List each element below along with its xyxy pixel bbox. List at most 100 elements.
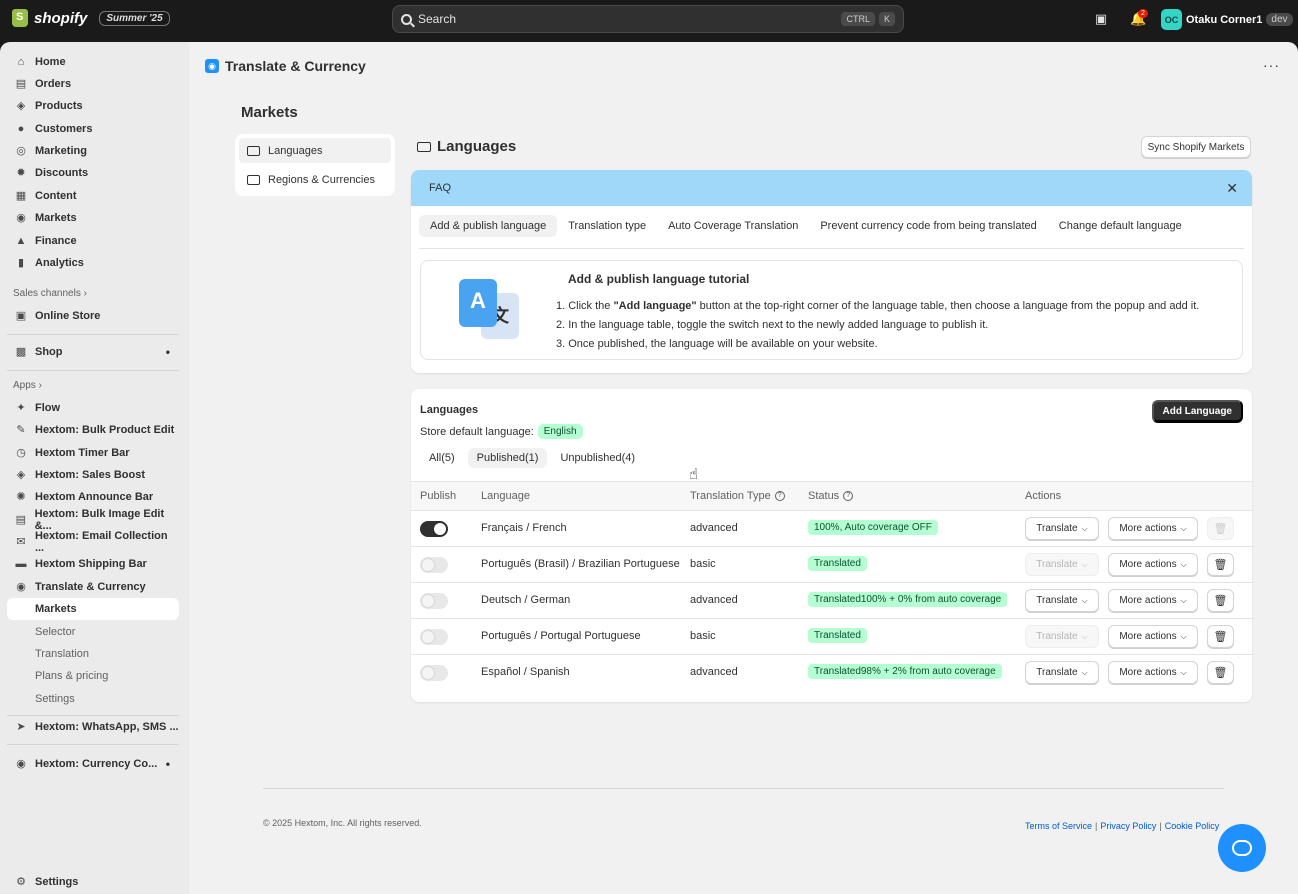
pin-dot-icon: • <box>165 757 170 771</box>
nav-app-flow[interactable]: ✦ Flow <box>7 397 179 419</box>
nav-sub-plans-pricing[interactable]: Plans & pricing <box>7 665 179 687</box>
nav-analytics[interactable]: ▮ Analytics <box>7 252 179 274</box>
sales-channels-heading[interactable]: Sales channels › <box>13 288 87 299</box>
faq-tab-translation-type[interactable]: Translation type <box>557 215 657 237</box>
target-icon: ◎ <box>16 145 26 157</box>
nav-online-store[interactable]: ▣ Online Store <box>7 305 179 327</box>
translate-button[interactable]: Translate ⌵ <box>1025 553 1099 576</box>
terms-of-service-link[interactable]: Terms of Service <box>1025 821 1092 831</box>
delete-button[interactable]: 🗑 <box>1207 589 1234 612</box>
more-actions-button[interactable]: More actions ⌵ <box>1108 589 1198 612</box>
nav-app-bulk-product-edit[interactable]: ✎ Hextom: Bulk Product Edit <box>7 419 179 441</box>
nav-finance[interactable]: ▲ Finance <box>7 230 179 252</box>
nav-content[interactable]: ▦ Content <box>7 185 179 207</box>
add-language-button[interactable]: Add Language <box>1151 400 1243 423</box>
nav-sub-settings[interactable]: Settings <box>7 688 179 710</box>
faq-tab-prevent-currency-code[interactable]: Prevent currency code from being transla… <box>809 215 1047 237</box>
section-label: Sales channels <box>13 288 81 299</box>
nav-shop[interactable]: ▩ Shop • <box>7 341 179 363</box>
nav-app-whatsapp-sms[interactable]: ➤ Hextom: WhatsApp, SMS ... <box>7 716 179 738</box>
delete-button[interactable]: 🗑 <box>1207 553 1234 576</box>
faq-title: FAQ <box>429 182 452 194</box>
faq-tab-change-default-language[interactable]: Change default language <box>1048 215 1193 237</box>
help-icon[interactable]: ? <box>774 491 785 502</box>
button-label: Translate <box>1036 631 1078 642</box>
nav-markets[interactable]: ◉ Markets <box>7 207 179 229</box>
filter-unpublished[interactable]: Unpublished(4) <box>551 448 644 468</box>
subnav-label: Languages <box>268 144 323 157</box>
delete-button[interactable]: 🗑 <box>1207 517 1234 540</box>
filter-published[interactable]: Published(1) <box>467 448 548 468</box>
nav-sub-selector[interactable]: Selector <box>7 621 179 643</box>
more-actions-button[interactable]: More actions ⌵ <box>1108 553 1198 576</box>
store-icon[interactable]: ▣ <box>1094 12 1108 26</box>
search-icon <box>401 13 412 25</box>
more-options-icon[interactable]: ··· <box>1263 57 1280 73</box>
button-label: Translate <box>1036 559 1078 570</box>
filter-all[interactable]: All(5) <box>420 448 464 468</box>
nav-sub-markets[interactable]: Markets <box>7 598 179 620</box>
nav-app-sales-boost[interactable]: ◈ Hextom: Sales Boost <box>7 464 179 486</box>
nav-settings[interactable]: ⚙ Settings <box>7 871 179 893</box>
delete-button[interactable]: 🗑 <box>1207 661 1234 684</box>
nav-products[interactable]: ◈ Products <box>7 95 179 117</box>
publish-toggle[interactable] <box>420 665 448 681</box>
search-input[interactable]: Search CTRL K <box>392 5 904 33</box>
nav-app-currency-converter[interactable]: ◉ Hextom: Currency Co... • <box>7 753 179 775</box>
app-title: Translate & Currency <box>225 58 366 74</box>
megaphone-icon: ✺ <box>16 491 26 503</box>
sync-shopify-markets-button[interactable]: Sync Shopify Markets <box>1141 136 1251 158</box>
nav-app-announce-bar[interactable]: ✺ Hextom Announce Bar <box>7 486 179 508</box>
faq-tab-auto-coverage[interactable]: Auto Coverage Translation <box>657 215 809 237</box>
nav-label: Settings <box>35 693 75 705</box>
translate-button[interactable]: Translate ⌵ <box>1025 517 1099 540</box>
help-icon[interactable]: ? <box>843 491 854 502</box>
translate-button[interactable]: Translate ⌵ <box>1025 661 1099 684</box>
translate-button[interactable]: Translate ⌵ <box>1025 625 1099 648</box>
publish-toggle[interactable] <box>420 557 448 573</box>
subnav-regions-currencies[interactable]: Regions & Currencies <box>239 167 391 192</box>
language-name: Français / French <box>481 522 567 534</box>
apps-heading[interactable]: Apps › <box>13 380 42 391</box>
nav-app-shipping-bar[interactable]: ▬ Hextom Shipping Bar <box>7 553 179 575</box>
faq-header[interactable]: FAQ ✕ <box>411 170 1252 206</box>
language-name: Português / Portugal Portuguese <box>481 630 641 642</box>
publish-toggle[interactable] <box>420 629 448 645</box>
nav-app-translate-currency[interactable]: ◉ Translate & Currency <box>7 576 179 598</box>
nav-orders[interactable]: ▤ Orders <box>7 73 179 95</box>
nav-customers[interactable]: ● Customers <box>7 118 179 140</box>
button-label: More actions <box>1119 595 1177 606</box>
nav-label: Hextom: Sales Boost <box>35 469 146 481</box>
delete-button[interactable]: 🗑 <box>1207 625 1234 648</box>
brand[interactable]: shopify Summer '25 <box>12 9 170 27</box>
nav-app-timer-bar[interactable]: ◷ Hextom Timer Bar <box>7 442 179 464</box>
faq-tab-add-publish[interactable]: Add & publish language <box>419 215 558 237</box>
more-actions-button[interactable]: More actions ⌵ <box>1108 625 1198 648</box>
translate-button[interactable]: Translate ⌵ <box>1025 589 1099 612</box>
privacy-policy-link[interactable]: Privacy Policy <box>1100 821 1156 831</box>
translation-type: basic <box>690 630 716 642</box>
publish-toggle[interactable] <box>420 593 448 609</box>
nav-app-email-collection[interactable]: ✉ Hextom: Email Collection ... <box>7 530 179 554</box>
nav-discounts[interactable]: ✹ Discounts <box>7 162 179 184</box>
divider <box>7 744 179 745</box>
chat-icon <box>1232 840 1252 856</box>
subnav-languages[interactable]: Languages <box>239 138 391 163</box>
language-icon <box>417 141 431 152</box>
publish-toggle[interactable] <box>420 521 448 537</box>
nav-label: Settings <box>35 876 79 888</box>
nav-marketing[interactable]: ◎ Marketing <box>7 140 179 162</box>
nav-home[interactable]: ⌂ Home <box>7 51 179 73</box>
help-chat-button[interactable] <box>1218 824 1266 872</box>
chevron-down-icon: ⌵ <box>1180 559 1187 569</box>
nav-app-bulk-image-edit[interactable]: ▤ Hextom: Bulk Image Edit &... <box>7 508 179 532</box>
cookie-policy-link[interactable]: Cookie Policy <box>1165 821 1220 831</box>
nav-label: Markets <box>35 212 77 224</box>
col-label: Status <box>808 490 840 502</box>
more-actions-button[interactable]: More actions ⌵ <box>1108 661 1198 684</box>
close-icon[interactable]: ✕ <box>1226 181 1238 195</box>
nav-sub-translation[interactable]: Translation <box>7 643 179 665</box>
user-menu[interactable]: OC Otaku Corner1 dev <box>1161 9 1293 30</box>
tutorial-step-1: 1. Click the "Add language" button at th… <box>556 297 1199 316</box>
more-actions-button[interactable]: More actions ⌵ <box>1108 517 1198 540</box>
